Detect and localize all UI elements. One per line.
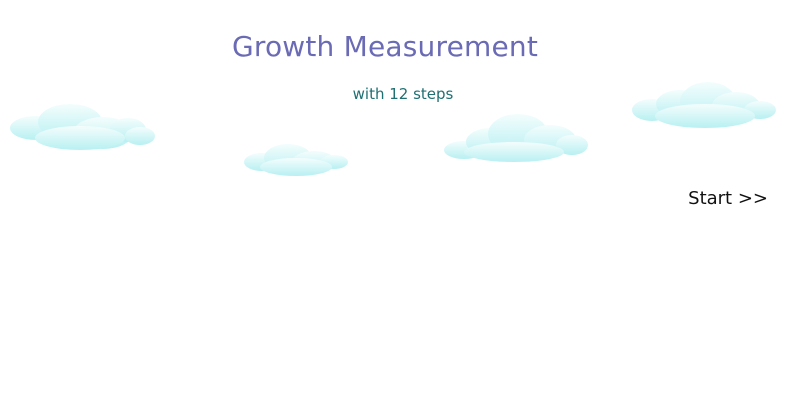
cloud-center-right: [444, 114, 588, 162]
game-start-screen: Growth Measurement with 12 steps Start >…: [0, 0, 800, 400]
cloud-left: [10, 104, 155, 150]
page-subtitle: with 12 steps: [352, 85, 454, 103]
start-button[interactable]: Start >>: [688, 188, 768, 209]
cloud-center-small: [244, 144, 348, 176]
page-title: Growth Measurement: [231, 30, 539, 63]
